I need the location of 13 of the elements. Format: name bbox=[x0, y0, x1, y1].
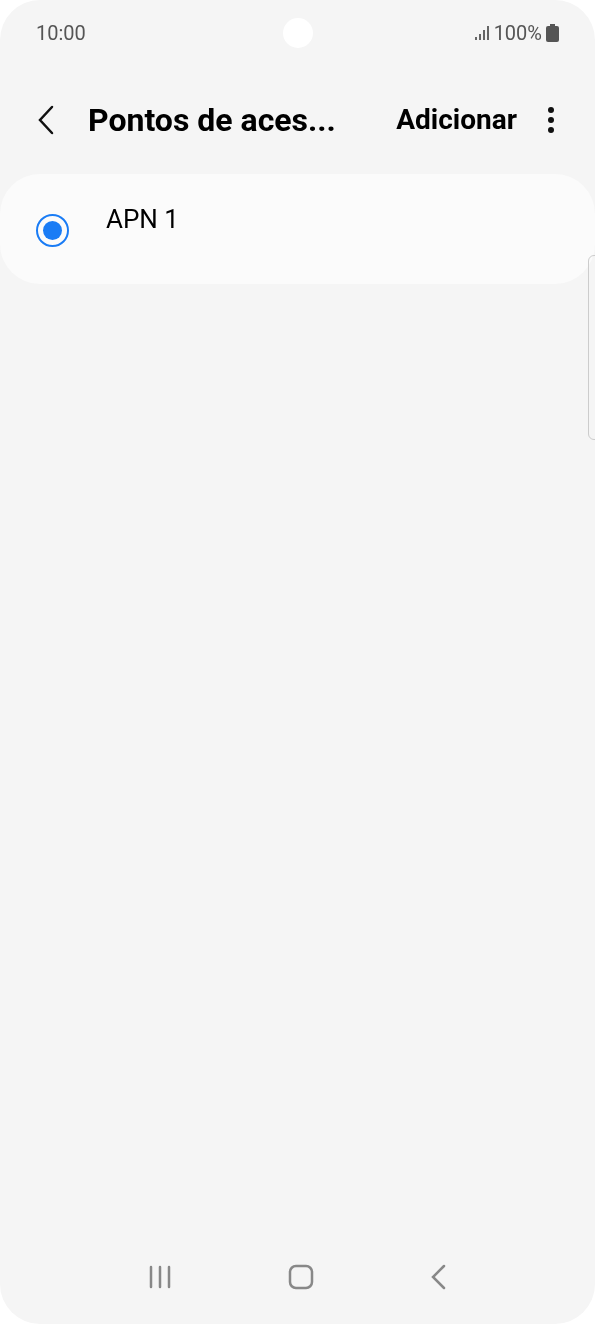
battery-icon bbox=[546, 24, 559, 42]
apn-name[interactable]: APN 1 bbox=[106, 200, 179, 239]
radio-button[interactable] bbox=[36, 214, 69, 247]
recent-apps-icon[interactable] bbox=[148, 1265, 173, 1289]
more-options-icon[interactable] bbox=[547, 106, 555, 134]
back-nav-icon[interactable] bbox=[430, 1264, 447, 1290]
back-icon[interactable] bbox=[36, 105, 56, 135]
page-title: Pontos de aces... bbox=[88, 100, 336, 141]
status-time: 10:00 bbox=[36, 20, 86, 47]
add-button[interactable]: Adicionar bbox=[396, 99, 517, 141]
battery-percent: 100% bbox=[493, 20, 542, 47]
signal-icon bbox=[474, 26, 490, 40]
home-icon[interactable] bbox=[288, 1264, 315, 1290]
